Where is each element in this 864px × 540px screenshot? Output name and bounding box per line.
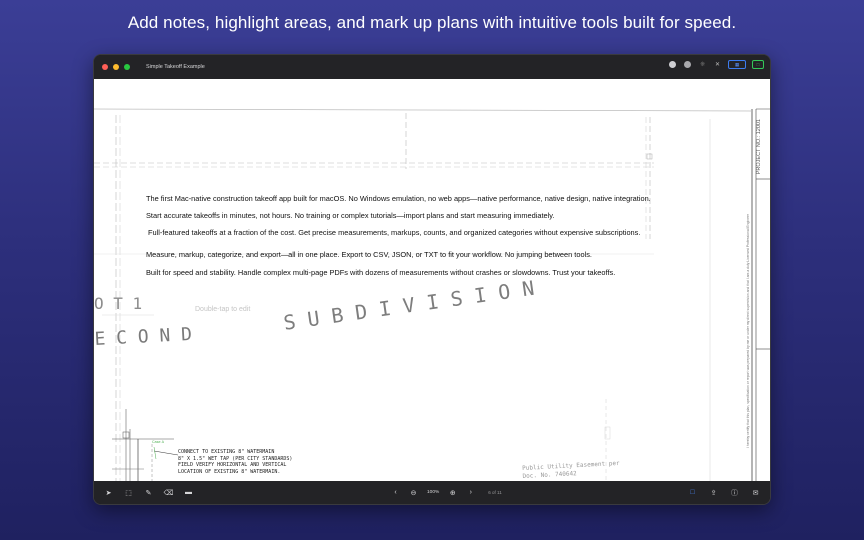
action-group: □ ⇪ ⓘ ✉ — [688, 481, 760, 504]
bottom-toolbar: ➤ ⬚ ✎ ⌫ ▬ ‹ ⊖ 100% ⊕ › 6 of 11 □ ⇪ ⓘ ✉ — [94, 481, 770, 504]
page-indicator: 6 of 11 — [488, 490, 502, 495]
project-number: PROJECT NO.: 12001 — [756, 119, 762, 175]
pointer-icon[interactable]: ➤ — [104, 488, 113, 497]
note-line[interactable]: The first Mac-native construction takeof… — [146, 194, 651, 203]
window-title: Simple Takeoff Example — [146, 64, 205, 70]
watermain-line: LOCATION OF EXISTING 8" WATERMAIN. — [178, 468, 281, 475]
promo-headline: Add notes, highlight areas, and mark up … — [127, 13, 737, 32]
zoom-in-icon[interactable]: ⊕ — [448, 488, 457, 497]
note-line[interactable]: Start accurate takeoffs in minutes, not … — [146, 211, 554, 220]
sidebar-icon: ▦ — [734, 61, 740, 67]
folder-button[interactable]: □ — [752, 60, 764, 69]
text-tool-icon[interactable]: ⌫ — [164, 488, 174, 497]
zoom-out-icon[interactable]: ⊖ — [409, 488, 418, 497]
title-bar: Simple Takeoff Example ❋ ✕ ▦ □ — [94, 55, 770, 79]
watermain-callout: CONNECT TO EXISTING 8" WATERMAIN 8" X 1.… — [178, 449, 292, 475]
traffic-lights — [102, 64, 130, 70]
comments-icon[interactable]: □ — [688, 488, 697, 497]
mail-icon[interactable]: ✉ — [751, 488, 760, 497]
select-area-icon[interactable]: ⬚ — [124, 488, 133, 497]
folder-icon: □ — [756, 62, 760, 67]
minimize-window-button[interactable] — [113, 64, 119, 70]
pen-icon[interactable]: ✎ — [144, 488, 153, 497]
target-icon[interactable] — [683, 60, 692, 69]
highlight-icon[interactable]: ▬ — [184, 488, 193, 497]
watermain-line: 8" X 1.5" WET TAP (PER CITY STANDARDS) — [178, 455, 293, 462]
navigation-group: ‹ ⊖ 100% ⊕ › 6 of 11 — [391, 481, 502, 504]
note-line[interactable]: Full-featured takeoffs at a fraction of … — [148, 228, 640, 237]
top-toolbar: ❋ ✕ ▦ □ — [668, 60, 764, 69]
clock-icon[interactable] — [668, 60, 677, 69]
plan-canvas[interactable]: Case A O T 1 E C O N D S U B D I V I S I… — [94, 79, 770, 483]
close-icon[interactable]: ✕ — [713, 60, 722, 69]
note-line[interactable]: Measure, markup, categorize, and export—… — [146, 250, 592, 259]
note-line[interactable]: Built for speed and stability. Handle co… — [146, 268, 615, 277]
lot-label: O T 1 — [94, 294, 143, 313]
close-window-button[interactable] — [102, 64, 108, 70]
plan-drawing: Case A — [94, 108, 770, 483]
next-page-icon[interactable]: › — [466, 488, 475, 497]
sparkle-icon[interactable]: ❋ — [698, 60, 707, 69]
tool-group: ➤ ⬚ ✎ ⌫ ▬ — [104, 488, 193, 497]
watermain-line: CONNECT TO EXISTING 8" WATERMAIN — [178, 449, 275, 455]
zoom-window-button[interactable] — [124, 64, 130, 70]
app-window: Simple Takeoff Example ❋ ✕ ▦ □ Case A O … — [93, 54, 771, 505]
certification-text: I hereby certify that this plan, specifi… — [746, 214, 750, 449]
previous-page-icon[interactable]: ‹ — [391, 488, 400, 497]
share-icon[interactable]: ⇪ — [709, 488, 718, 497]
watermain-line: FIELD VERIFY HORIZONTAL AND VERTICAL — [178, 462, 287, 469]
sidebar-toggle-button[interactable]: ▦ — [728, 60, 746, 69]
zoom-level: 100% — [427, 490, 440, 495]
edit-hint: Double-tap to edit — [195, 306, 251, 313]
info-icon[interactable]: ⓘ — [730, 488, 739, 497]
svg-text:Case A: Case A — [152, 440, 165, 444]
